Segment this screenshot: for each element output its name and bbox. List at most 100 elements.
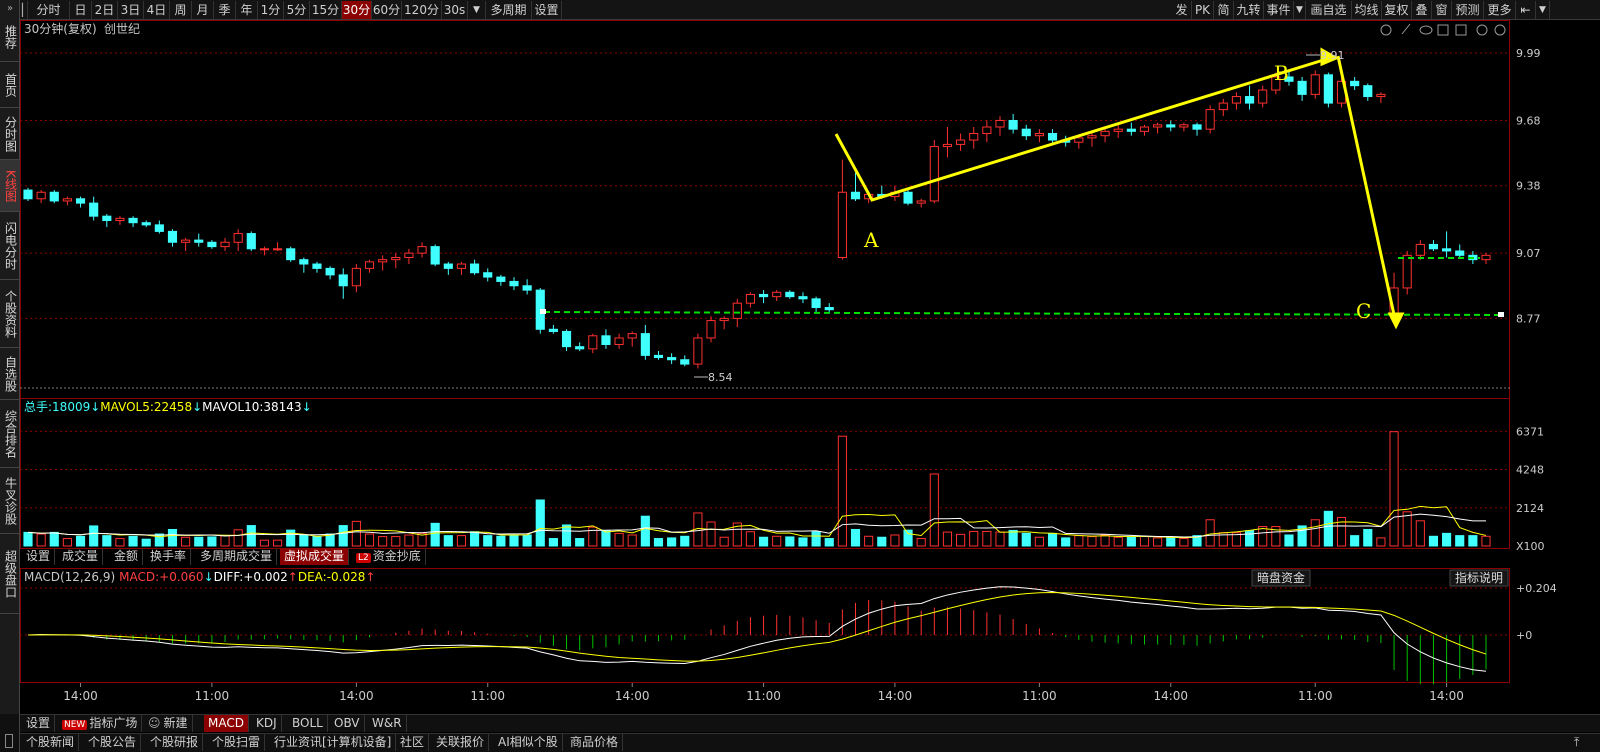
adjust-button[interactable]: 复权 [1382,1,1412,19]
candle [1192,124,1202,130]
tab-related-quotes[interactable]: 关联报价 [432,734,490,751]
tab-announcements[interactable]: 个股公告 [84,734,142,751]
collapse-panel-icon[interactable]: ⇤ [1516,1,1536,19]
scroll-handle-icon[interactable] [5,734,13,748]
candle [1428,243,1439,250]
sidebar-item-profile[interactable]: 个股资料 [0,280,20,348]
tab-multi-volume[interactable]: 多周期成交量 [196,548,278,565]
price-axis: 9.99 9.68 9.38 9.07 8.77 [1516,47,1541,325]
candle [745,293,756,304]
draw-watchlist-button[interactable]: 画自选 [1306,1,1352,19]
chevron-down-icon[interactable]: ▼ [1536,1,1550,19]
candle [1442,248,1452,252]
tab-day[interactable]: 日 [70,1,92,19]
more-button[interactable]: 更多 [1484,1,1516,19]
ma-button[interactable]: 均线 [1352,1,1382,19]
tab-week[interactable]: 周 [170,1,192,19]
expand-up-icon[interactable]: ⤒ [1570,734,1583,751]
event-button[interactable]: 事件 [1264,1,1294,19]
simple-button[interactable]: 简 [1214,1,1234,19]
grid-icon[interactable] [1437,24,1449,36]
tab-quarter[interactable]: 季 [214,1,236,19]
tab-15min[interactable]: 15分 [310,1,342,19]
tab-obv[interactable]: OBV [330,715,365,732]
volume-bar [272,539,283,547]
tab-3day[interactable]: 3日 [118,1,144,19]
copy-icon[interactable] [1455,24,1467,36]
pk-button[interactable]: PK [1192,1,1214,19]
tab-120min[interactable]: 120分 [402,1,442,19]
settings-icon[interactable] [1380,24,1392,36]
sidebar-item-flash[interactable]: 闪电分时 [0,212,20,280]
sidebar-item-recommend[interactable]: » 推荐 [0,0,20,62]
collapse-icon[interactable]: » [7,2,13,15]
tab-wr[interactable]: W&R [368,715,407,732]
tab-multi-period[interactable]: 多周期 [486,1,532,19]
tab-stock-news[interactable]: 个股新闻 [22,734,80,751]
sidebar-item-watchlist[interactable]: 自选股 [0,348,20,400]
tab-boll[interactable]: BOLL [288,715,328,732]
zoom-out-icon[interactable] [1494,24,1506,36]
pen-icon[interactable] [1401,23,1411,35]
tab-bottom-fishing[interactable]: L2 资金抄底 [352,548,426,565]
tab-indicator-plaza[interactable]: NEW 指标广场 [58,715,143,732]
candle [167,230,178,243]
volume-bar [916,538,926,547]
candle [850,191,861,200]
tab-ai-similar[interactable]: AI相似个股 [494,734,563,751]
settings-button[interactable]: 设置 [532,1,562,19]
sidebar-item-label: 牛叉诊股 [3,476,18,525]
nine-turn-button[interactable]: 九转 [1234,1,1264,19]
tab-indicator-settings[interactable]: 设置 [22,715,56,732]
tab-2day[interactable]: 2日 [92,1,118,19]
tab-macd[interactable]: MACD [204,715,249,732]
volume-bar [246,525,256,547]
chart-area[interactable]: 9.999.689.389.078.77 30分钟(复权) 创世纪 A B C … [20,20,1600,712]
tab-60min[interactable]: 60分 [372,1,402,19]
volume-bar [758,536,769,547]
tab-community[interactable]: 社区 [396,734,430,751]
tab-virtual-volume[interactable]: 虚拟成交量 [280,548,350,565]
sidebar-item-diagnosis[interactable]: 牛叉诊股 [0,468,20,534]
forecast-button[interactable]: 预测 [1452,1,1484,19]
tab-research[interactable]: 个股研报 [146,734,204,751]
candle [1034,133,1044,137]
tab-industry-news[interactable]: 行业资讯[计算机设备] [270,734,397,751]
zoom-in-icon[interactable] [1476,24,1488,36]
sidebar-item-kline[interactable]: K线图 [0,160,20,212]
tab-30s[interactable]: 30s [442,1,468,19]
high-price-marker: 9.91 [1320,49,1345,62]
chevron-down-icon[interactable]: ▼ [1294,1,1306,19]
candle [351,267,361,287]
tab-30min[interactable]: 30分 [342,1,372,19]
tab-year[interactable]: 年 [236,1,258,19]
tab-turnover[interactable]: 换手率 [146,548,192,565]
eye-icon[interactable] [1419,25,1433,35]
tab-fenshi[interactable]: 分时 [28,1,70,19]
mavol10-label: MAVOL10: [202,400,263,414]
chevron-down-icon[interactable]: ▼ [468,1,486,19]
sidebar-item-ranking[interactable]: 综合排名 [0,400,20,468]
tab-kdj[interactable]: KDJ [252,715,282,732]
tab-commodity-prices[interactable]: 商品价格 [566,734,624,751]
publish-button[interactable]: 发 [1172,1,1192,19]
sidebar-item-orderbook[interactable]: 超级盘口 [0,534,20,614]
candle [417,246,427,254]
tab-amount[interactable]: 金额 [110,548,144,565]
overlay-button[interactable]: 叠 [1412,1,1432,19]
tab-1min[interactable]: 1分 [258,1,284,19]
volume-bar [456,535,467,547]
sidebar-item-timeshare[interactable]: 分时图 [0,108,20,160]
tab-month[interactable]: 月 [192,1,214,19]
window-button[interactable]: 窗 [1432,1,1452,19]
tab-volume[interactable]: 成交量 [58,548,104,565]
tab-4day[interactable]: 4日 [144,1,170,19]
sidebar-item-home[interactable]: 首页 [0,62,20,108]
tab-risk-scan[interactable]: 个股扫雷 [208,734,266,751]
volume-axis-label: X100 [1516,540,1545,553]
tab-new-indicator[interactable]: ☺ 新建 [144,715,193,732]
tab-5min[interactable]: 5分 [284,1,310,19]
tab-vol-settings[interactable]: 设置 [22,548,56,565]
support-line-handle-left[interactable] [540,309,546,314]
support-line-handle-right[interactable] [1498,312,1504,317]
